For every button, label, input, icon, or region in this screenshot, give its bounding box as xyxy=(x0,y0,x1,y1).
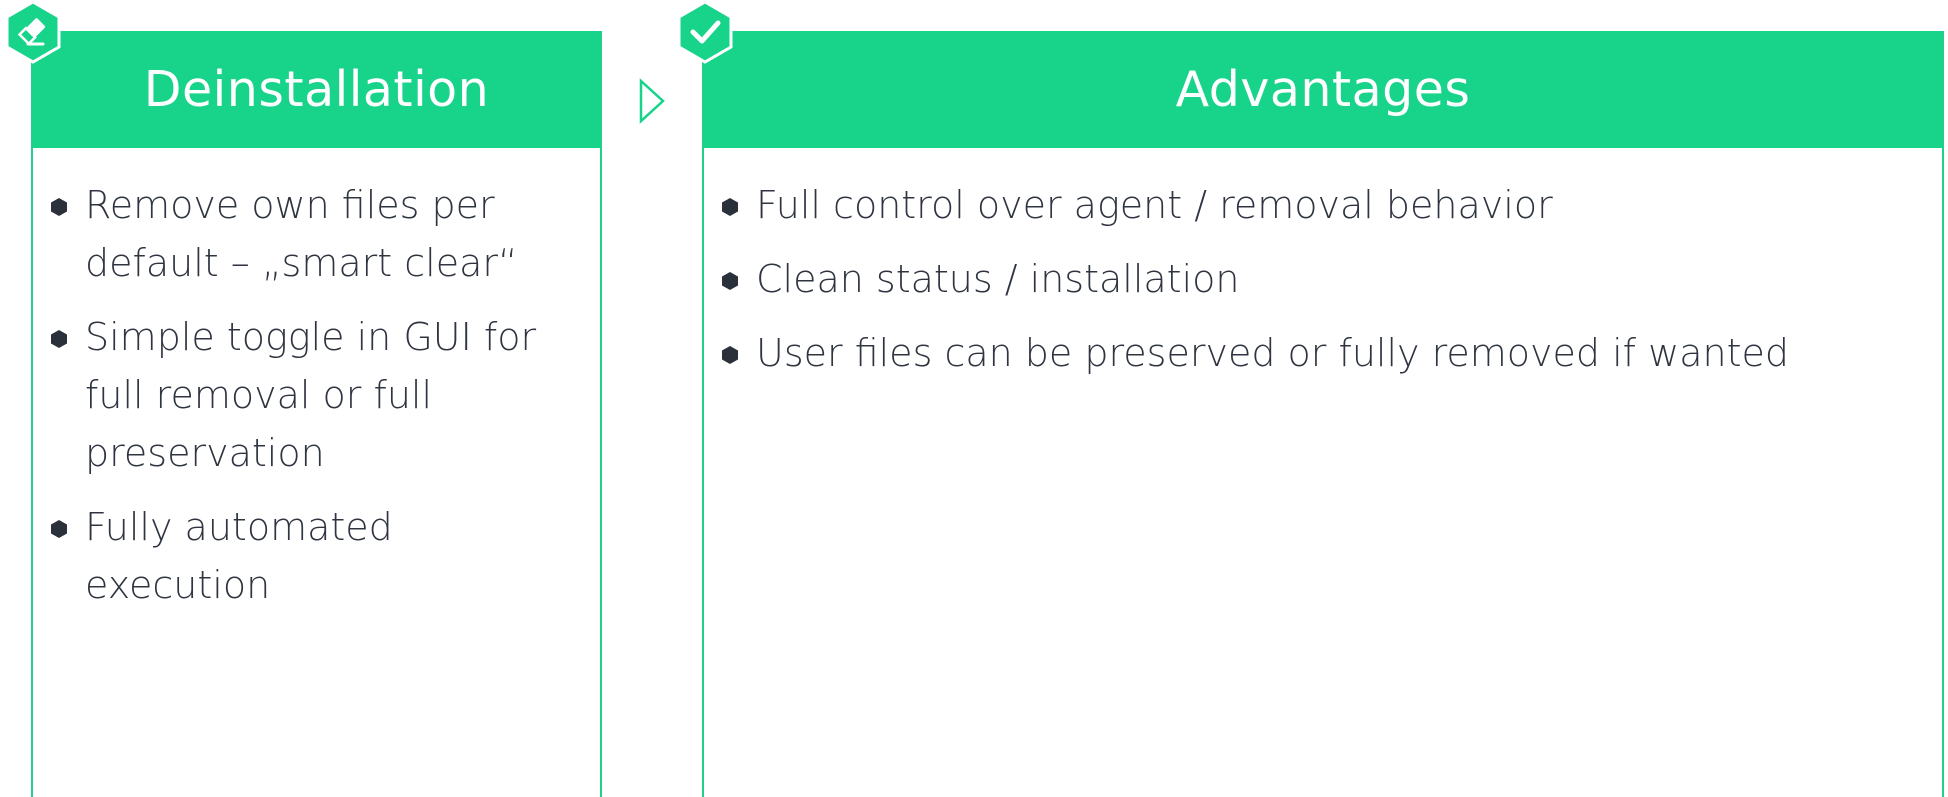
list-item-text: Full control over agent / removal behavi… xyxy=(756,183,1553,227)
hexagon-bullet-icon xyxy=(722,272,738,290)
deinstallation-header: Deinstallation xyxy=(33,31,600,148)
advantages-header: Advantages xyxy=(704,31,1942,148)
hexagon-bullet-icon xyxy=(722,198,738,216)
deinstallation-panel: Deinstallation Remove own files per defa… xyxy=(31,31,602,797)
list-item-text: Fully automated execution xyxy=(85,505,393,607)
hexagon-bullet-icon xyxy=(51,520,67,538)
advantages-panel: Advantages Full control over agent / rem… xyxy=(702,31,1944,797)
list-item: Simple toggle in GUI for full removal or… xyxy=(51,308,566,482)
list-item-text: User files can be preserved or fully rem… xyxy=(756,331,1789,375)
list-item-text: Clean status / installation xyxy=(756,257,1240,301)
hexagon-bullet-icon xyxy=(51,330,67,348)
list-item-text: Remove own files per default – „smart cl… xyxy=(85,183,518,285)
list-item: Fully automated execution xyxy=(51,498,566,614)
eraser-icon xyxy=(5,0,61,64)
deinstallation-list: Remove own files per default – „smart cl… xyxy=(33,148,600,614)
hexagon-bullet-icon xyxy=(51,198,67,216)
list-item-text: Simple toggle in GUI for full removal or… xyxy=(85,315,537,475)
list-item: Remove own files per default – „smart cl… xyxy=(51,176,566,292)
checkmark-icon xyxy=(677,0,733,64)
list-item: User files can be preserved or fully rem… xyxy=(722,324,1908,382)
arrow-right-icon xyxy=(639,78,665,124)
list-item: Full control over agent / removal behavi… xyxy=(722,176,1908,234)
list-item: Clean status / installation xyxy=(722,250,1908,308)
advantages-list: Full control over agent / removal behavi… xyxy=(704,148,1942,382)
hexagon-bullet-icon xyxy=(722,346,738,364)
